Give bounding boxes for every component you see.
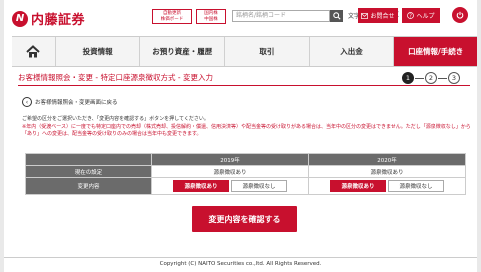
- table-corner: [25, 153, 152, 166]
- instruction-text: ご希望の区分をご選択いただき、「変更内容を確認する」ボタンを押してください。: [22, 116, 209, 122]
- help-button[interactable]: ? ヘルプ: [402, 8, 440, 23]
- step-indicator: 1 2 3: [402, 72, 460, 84]
- back-link-label: お客様情報照会・変更画面に戻る: [35, 100, 118, 106]
- home-icon: [26, 45, 41, 58]
- page-frame: N 内藤証券 自動更新 株価ボード 国内株 中国株 銘柄名/銘柄コード 文字サイ…: [4, 0, 478, 272]
- option-without-2019[interactable]: 源泉徴収なし: [231, 180, 287, 192]
- search-input[interactable]: 銘柄名/銘柄コード: [232, 10, 330, 22]
- instructions: ご希望の区分をご選択いただき、「変更内容を確認する」ボタンを押してください。 ※…: [22, 116, 472, 139]
- confirm-button[interactable]: 変更内容を確認する: [192, 206, 297, 232]
- nav-deposit-withdrawal[interactable]: 入出金: [308, 37, 394, 66]
- nav-investment-info[interactable]: 投資情報: [54, 37, 140, 66]
- auto-board-button[interactable]: 自動更新 株価ボード: [152, 9, 192, 24]
- main-nav: 投資情報 お預り資産・履歴 取引 入出金 口座情報/手続き: [12, 36, 478, 67]
- change-cell-2019: 源泉徴収あり 源泉徴収なし: [151, 177, 309, 195]
- step-3: 3: [448, 72, 460, 84]
- back-link[interactable]: ‹ お客様情報照会・変更画面に戻る: [22, 97, 118, 107]
- title-divider: [18, 85, 470, 86]
- search-button[interactable]: [330, 10, 343, 22]
- logout-button[interactable]: [452, 7, 468, 23]
- logo-mark-icon: N: [12, 10, 28, 27]
- year-header-2020: 2020年: [308, 153, 466, 166]
- chevron-left-icon: ‹: [22, 97, 32, 107]
- nav-assets-history[interactable]: お預り資産・履歴: [139, 37, 224, 66]
- quotes-button[interactable]: 国内株 中国株: [196, 9, 226, 24]
- current-value-2019: 源泉徴収あり: [151, 165, 309, 178]
- step-divider: [438, 77, 447, 79]
- mail-icon: [361, 12, 369, 19]
- svg-text:?: ?: [410, 13, 413, 19]
- nav-account-info[interactable]: 口座情報/手続き: [393, 37, 478, 66]
- warning-text: ※年内（受渡ベース）に一度でも特定口座内での売却（株式売却、投信解約・償還、信用…: [22, 123, 471, 138]
- footer-copyright: Copyright (C) NAITO Securities co.,ltd. …: [159, 261, 322, 267]
- power-icon: [456, 11, 464, 19]
- row-header-change: 変更内容: [25, 177, 152, 195]
- step-2: 2: [425, 72, 437, 84]
- option-with-2020[interactable]: 源泉徴収あり: [330, 180, 386, 192]
- step-divider: [415, 77, 424, 79]
- logo[interactable]: N 内藤証券: [12, 9, 85, 28]
- nav-home[interactable]: [12, 37, 55, 66]
- search-icon: [332, 12, 341, 20]
- contact-button[interactable]: お問合せ: [358, 8, 398, 23]
- current-value-2020: 源泉徴収あり: [308, 165, 466, 178]
- footer-divider: [4, 257, 477, 258]
- logo-text: 内藤証券: [31, 13, 86, 28]
- page-title: お客様情報照会・変更 - 特定口座源泉徴収方式 - 変更入力: [18, 73, 213, 82]
- nav-trade[interactable]: 取引: [224, 37, 309, 66]
- withholding-table: 2019年 2020年 現在の設定 源泉徴収あり 源泉徴収あり 変更内容 源泉徴…: [25, 153, 466, 195]
- help-icon: ?: [407, 12, 415, 19]
- step-1: 1: [402, 72, 414, 84]
- option-with-2019[interactable]: 源泉徴収あり: [173, 180, 229, 192]
- option-without-2020[interactable]: 源泉徴収なし: [388, 180, 444, 192]
- row-header-current: 現在の設定: [25, 165, 152, 178]
- year-header-2019: 2019年: [151, 153, 309, 166]
- change-cell-2020: 源泉徴収あり 源泉徴収なし: [308, 177, 466, 195]
